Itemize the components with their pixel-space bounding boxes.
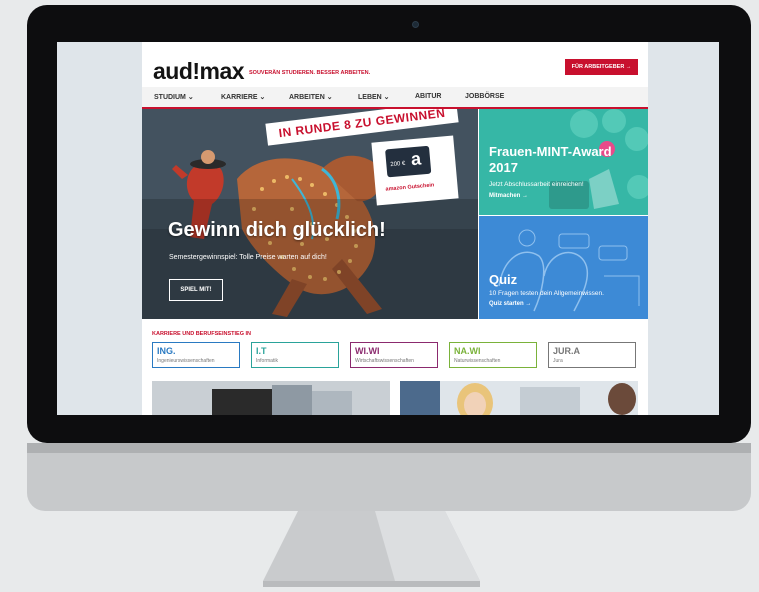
career-title: WI.WI (355, 346, 380, 356)
career-box-ing[interactable]: ING. Ingenieurswissenschaften (152, 342, 240, 368)
hero-title: Gewinn dich glücklich! (168, 219, 386, 241)
career-subtitle: Jura (553, 358, 563, 364)
career-subtitle: Wirtschaftswissenschaften (355, 358, 414, 364)
career-heading: KARRIERE UND BERUFSEINSTIEG IN (152, 331, 252, 337)
monitor-screen: aud!max SOUVERÄN STUDIEREN. BESSER ARBEI… (57, 42, 719, 415)
photo-right-image (400, 381, 638, 415)
nav-item-karriere[interactable]: KARRIERE ⌄ (221, 93, 265, 101)
career-box-it[interactable]: I.T Informatik (251, 342, 339, 368)
main-nav: STUDIUM ⌄ KARRIERE ⌄ ARBEITEN ⌄ LEBEN ⌄ … (142, 87, 648, 109)
photo-left-image (152, 381, 390, 415)
nav-item-abitur[interactable]: ABITUR (415, 93, 441, 100)
page-background-left (57, 42, 142, 415)
webcam-icon (412, 21, 419, 28)
gift-card: 200 € a (385, 145, 432, 178)
monitor-chin (27, 443, 751, 511)
page-background-right (648, 42, 719, 415)
voucher-label: amazon Gutschein (385, 182, 435, 193)
hero-subtitle: Semestergewinnspiel: Tolle Preise warten… (169, 254, 327, 261)
amazon-voucher: 200 € a amazon Gutschein (371, 135, 459, 206)
career-box-wiwi[interactable]: WI.WI Wirtschaftswissenschaften (350, 342, 438, 368)
site-tagline: SOUVERÄN STUDIEREN. BESSER ARBEITEN. (249, 70, 371, 76)
nav-item-jobboerse[interactable]: JOBBÖRSE (465, 93, 504, 100)
mint-link[interactable]: Mitmachen → (489, 193, 528, 199)
mint-title-line2: 2017 (489, 160, 518, 175)
monitor-stand (263, 511, 480, 587)
career-box-nawi[interactable]: NA.WI Naturwissenschaften (449, 342, 537, 368)
quiz-subtitle: 10 Fragen testen dein Allgemeinwissen. (489, 290, 604, 297)
mint-subtitle: Jetzt Abschlussarbeit einreichen! (489, 181, 584, 188)
career-title: I.T (256, 346, 267, 356)
teaser-quiz[interactable]: Quiz 10 Fragen testen dein Allgemeinwiss… (479, 216, 648, 319)
career-subtitle: Naturwissenschaften (454, 358, 501, 364)
hero-banner[interactable]: IN RUNDE 8 ZU GEWINNEN 200 € a amazon Gu… (142, 109, 478, 319)
quiz-title: Quiz (489, 272, 518, 287)
nav-item-studium[interactable]: STUDIUM ⌄ (154, 93, 194, 101)
nav-item-arbeiten[interactable]: ARBEITEN ⌄ (289, 93, 333, 101)
mint-title-line1: Frauen-MINT-Award (489, 144, 612, 159)
monitor-chin-shade (27, 443, 751, 453)
play-button[interactable]: SPIEL MIT! (169, 279, 223, 301)
teaser-mint-award[interactable]: Frauen-MINT-Award 2017 Jetzt Abschlussar… (479, 109, 648, 215)
article-photo-right[interactable] (400, 381, 638, 415)
nav-item-leben[interactable]: LEBEN ⌄ (358, 93, 390, 101)
career-box-jura[interactable]: JUR.A Jura (548, 342, 636, 368)
site-logo[interactable]: aud!max (153, 58, 245, 85)
employer-button[interactable]: FÜR ARBEITGEBER → (565, 59, 638, 75)
career-subtitle: Informatik (256, 358, 278, 364)
career-title: JUR.A (553, 346, 581, 356)
quiz-link[interactable]: Quiz starten → (489, 301, 531, 307)
gift-card-amount: 200 € (390, 160, 406, 169)
amazon-logo-icon: a (410, 148, 422, 170)
website: aud!max SOUVERÄN STUDIEREN. BESSER ARBEI… (142, 42, 648, 415)
career-subtitle: Ingenieurswissenschaften (157, 358, 215, 364)
article-photo-left[interactable] (152, 381, 390, 415)
career-title: ING. (157, 346, 176, 356)
career-title: NA.WI (454, 346, 481, 356)
